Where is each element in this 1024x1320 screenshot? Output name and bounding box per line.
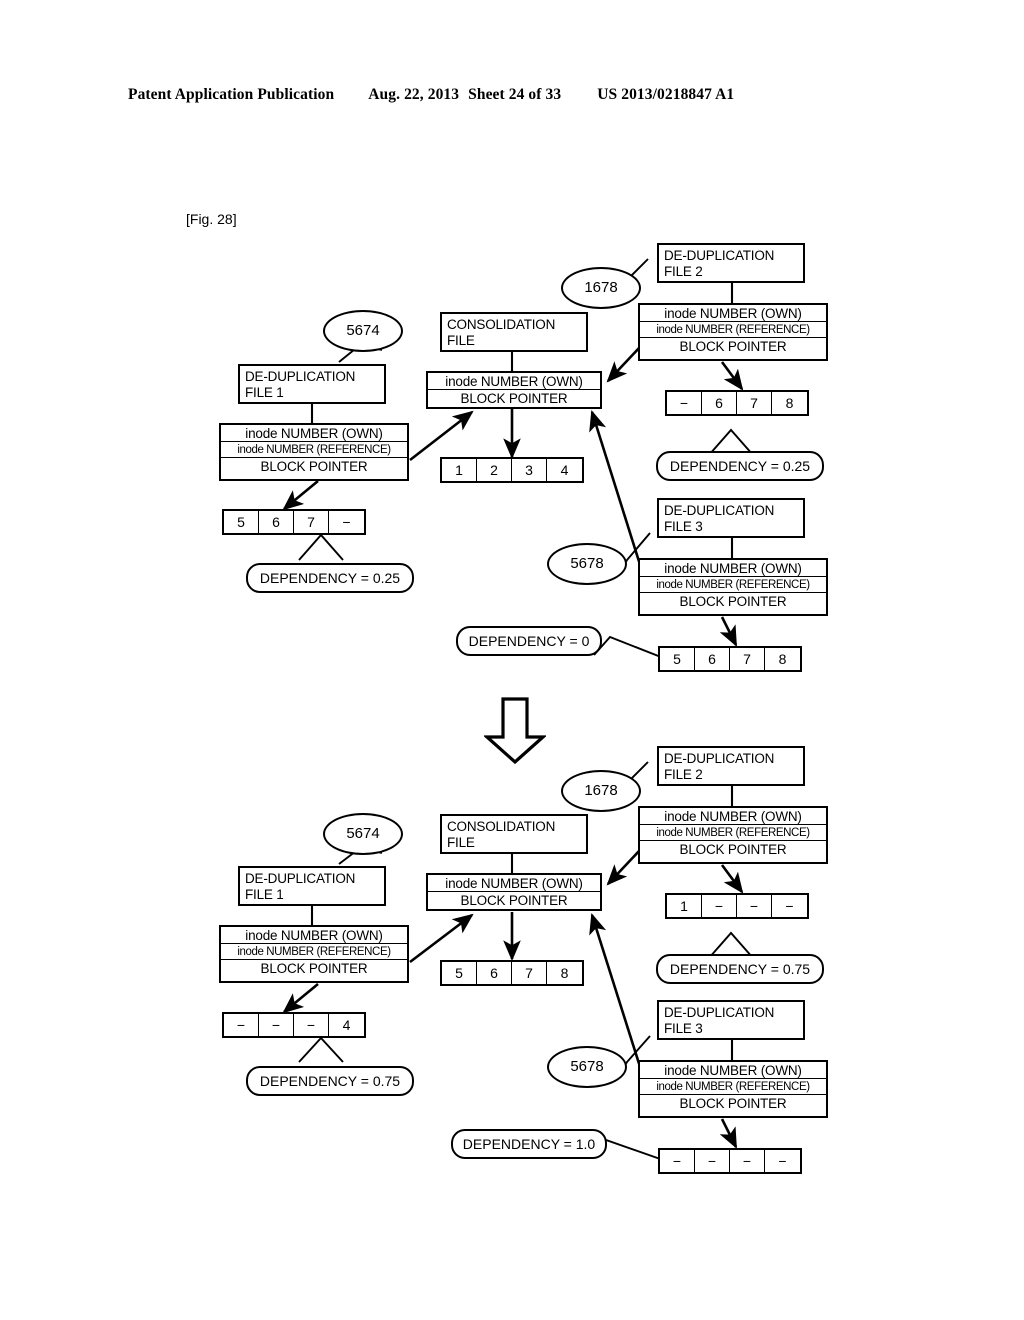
consolidation-file-title: CONSOLIDATION FILE bbox=[440, 312, 588, 352]
block-pointer-row: BLOCK POINTER bbox=[460, 893, 568, 908]
block-cell: 3 bbox=[512, 459, 547, 481]
publication-date: Aug. 22, 2013 bbox=[368, 86, 460, 103]
block-cell: 6 bbox=[477, 962, 512, 984]
block-cell: − bbox=[785, 898, 794, 914]
block-cell: − bbox=[778, 1153, 787, 1169]
inode-own-row: inode NUMBER (OWN) bbox=[221, 425, 407, 442]
ref-bubble-1678: 1678 bbox=[561, 770, 641, 812]
dedup-file-3-dependency: DEPENDENCY = 1.0 bbox=[451, 1129, 607, 1159]
ref-bubble-5678: 5678 bbox=[547, 1046, 627, 1088]
ref-bubble-5674: 5674 bbox=[323, 310, 403, 352]
block-cell: − bbox=[259, 1014, 294, 1036]
inode-own-row: inode NUMBER (OWN) bbox=[428, 373, 600, 390]
sheet-number: Sheet 24 of 33 bbox=[468, 86, 562, 103]
dedup-file-1-inode-table: inode NUMBER (OWN) inode NUMBER (REFEREN… bbox=[219, 423, 409, 481]
block-pointer-row: BLOCK POINTER bbox=[460, 391, 568, 406]
block-cell: 8 bbox=[785, 395, 794, 411]
inode-own-row: inode NUMBER (OWN) bbox=[640, 560, 826, 577]
dedup-file-3-title: DE-DUPLICATION FILE 3 bbox=[657, 498, 805, 538]
block-cell: − bbox=[667, 392, 702, 414]
block-cell: 7 bbox=[512, 962, 547, 984]
dedup-file-1-block-array: − − − 4 bbox=[222, 1012, 366, 1038]
inode-reference-row: inode NUMBER (REFERENCE) bbox=[640, 825, 826, 841]
figure-label: [Fig. 28] bbox=[186, 211, 237, 227]
ref-bubble-5674: 5674 bbox=[323, 813, 403, 855]
block-pointer-row: BLOCK POINTER bbox=[679, 339, 787, 354]
block-cell: 5 bbox=[224, 511, 259, 533]
inode-reference-row: inode NUMBER (REFERENCE) bbox=[640, 577, 826, 593]
inode-own-row: inode NUMBER (OWN) bbox=[221, 927, 407, 944]
block-cell: − bbox=[702, 895, 737, 917]
inode-reference-row: inode NUMBER (REFERENCE) bbox=[640, 1079, 826, 1095]
block-cell: 6 bbox=[702, 392, 737, 414]
block-cell: − bbox=[730, 1150, 765, 1172]
dedup-file-1-title: DE-DUPLICATION FILE 1 bbox=[238, 866, 386, 906]
inode-own-row: inode NUMBER (OWN) bbox=[428, 875, 600, 892]
consolidation-file-block-array: 5 6 7 8 bbox=[440, 960, 584, 986]
block-pointer-row: BLOCK POINTER bbox=[260, 961, 368, 976]
block-cell: 5 bbox=[660, 648, 695, 670]
dedup-file-1-dependency: DEPENDENCY = 0.25 bbox=[246, 563, 414, 593]
block-cell: 4 bbox=[560, 462, 569, 478]
block-cell: − bbox=[224, 1014, 259, 1036]
dedup-file-1-block-array: 5 6 7 − bbox=[222, 509, 366, 535]
dedup-file-2-dependency: DEPENDENCY = 0.75 bbox=[656, 954, 824, 984]
block-pointer-row: BLOCK POINTER bbox=[679, 1096, 787, 1111]
block-cell: 6 bbox=[695, 648, 730, 670]
block-cell: 1 bbox=[667, 895, 702, 917]
down-block-arrow-icon bbox=[482, 697, 548, 765]
dedup-file-2-block-array: − 6 7 8 bbox=[665, 390, 809, 416]
dedup-file-1-inode-table: inode NUMBER (OWN) inode NUMBER (REFEREN… bbox=[219, 925, 409, 983]
consolidation-file-inode-table: inode NUMBER (OWN) BLOCK POINTER bbox=[426, 873, 602, 911]
block-cell: 7 bbox=[294, 511, 329, 533]
dedup-file-2-title: DE-DUPLICATION FILE 2 bbox=[657, 243, 805, 283]
dedup-file-2-inode-table: inode NUMBER (OWN) inode NUMBER (REFEREN… bbox=[638, 806, 828, 864]
dedup-file-3-inode-table: inode NUMBER (OWN) inode NUMBER (REFEREN… bbox=[638, 1060, 828, 1118]
dedup-file-3-title: DE-DUPLICATION FILE 3 bbox=[657, 1000, 805, 1040]
ref-bubble-5678: 5678 bbox=[547, 543, 627, 585]
block-cell: − bbox=[695, 1150, 730, 1172]
block-cell: 5 bbox=[442, 962, 477, 984]
dedup-file-2-dependency: DEPENDENCY = 0.25 bbox=[656, 451, 824, 481]
consolidation-file-block-array: 1 2 3 4 bbox=[440, 457, 584, 483]
block-cell: − bbox=[294, 1014, 329, 1036]
dedup-file-3-block-array: − − − − bbox=[658, 1148, 802, 1174]
block-pointer-row: BLOCK POINTER bbox=[679, 842, 787, 857]
block-cell: 7 bbox=[730, 648, 765, 670]
inode-reference-row: inode NUMBER (REFERENCE) bbox=[221, 944, 407, 960]
consolidation-file-title: CONSOLIDATION FILE bbox=[440, 814, 588, 854]
inode-own-row: inode NUMBER (OWN) bbox=[640, 1062, 826, 1079]
dedup-file-3-dependency: DEPENDENCY = 0 bbox=[456, 626, 602, 656]
publication-title: Patent Application Publication bbox=[128, 86, 335, 103]
patent-number: US 2013/0218847 A1 bbox=[597, 86, 735, 103]
block-pointer-row: BLOCK POINTER bbox=[260, 459, 368, 474]
ref-bubble-1678: 1678 bbox=[561, 267, 641, 309]
block-cell: 8 bbox=[778, 651, 787, 667]
block-cell: − bbox=[342, 514, 351, 530]
block-cell: 8 bbox=[560, 965, 569, 981]
inode-own-row: inode NUMBER (OWN) bbox=[640, 305, 826, 322]
dedup-file-2-block-array: 1 − − − bbox=[665, 893, 809, 919]
inode-reference-row: inode NUMBER (REFERENCE) bbox=[640, 322, 826, 338]
dedup-file-2-inode-table: inode NUMBER (OWN) inode NUMBER (REFEREN… bbox=[638, 303, 828, 361]
dedup-file-3-inode-table: inode NUMBER (OWN) inode NUMBER (REFEREN… bbox=[638, 558, 828, 616]
dedup-file-3-block-array: 5 6 7 8 bbox=[658, 646, 802, 672]
page-header: Patent Application Publication Aug. 22, … bbox=[128, 86, 896, 112]
dedup-file-1-dependency: DEPENDENCY = 0.75 bbox=[246, 1066, 414, 1096]
block-pointer-row: BLOCK POINTER bbox=[679, 594, 787, 609]
block-cell: − bbox=[737, 895, 772, 917]
block-cell: − bbox=[660, 1150, 695, 1172]
block-cell: 6 bbox=[259, 511, 294, 533]
block-cell: 7 bbox=[737, 392, 772, 414]
block-cell: 2 bbox=[477, 459, 512, 481]
dedup-file-2-title: DE-DUPLICATION FILE 2 bbox=[657, 746, 805, 786]
inode-own-row: inode NUMBER (OWN) bbox=[640, 808, 826, 825]
block-cell: 4 bbox=[342, 1017, 351, 1033]
consolidation-file-inode-table: inode NUMBER (OWN) BLOCK POINTER bbox=[426, 371, 602, 409]
connector-lines bbox=[282, 258, 754, 1162]
dedup-file-1-title: DE-DUPLICATION FILE 1 bbox=[238, 364, 386, 404]
inode-reference-row: inode NUMBER (REFERENCE) bbox=[221, 442, 407, 458]
block-cell: 1 bbox=[442, 459, 477, 481]
